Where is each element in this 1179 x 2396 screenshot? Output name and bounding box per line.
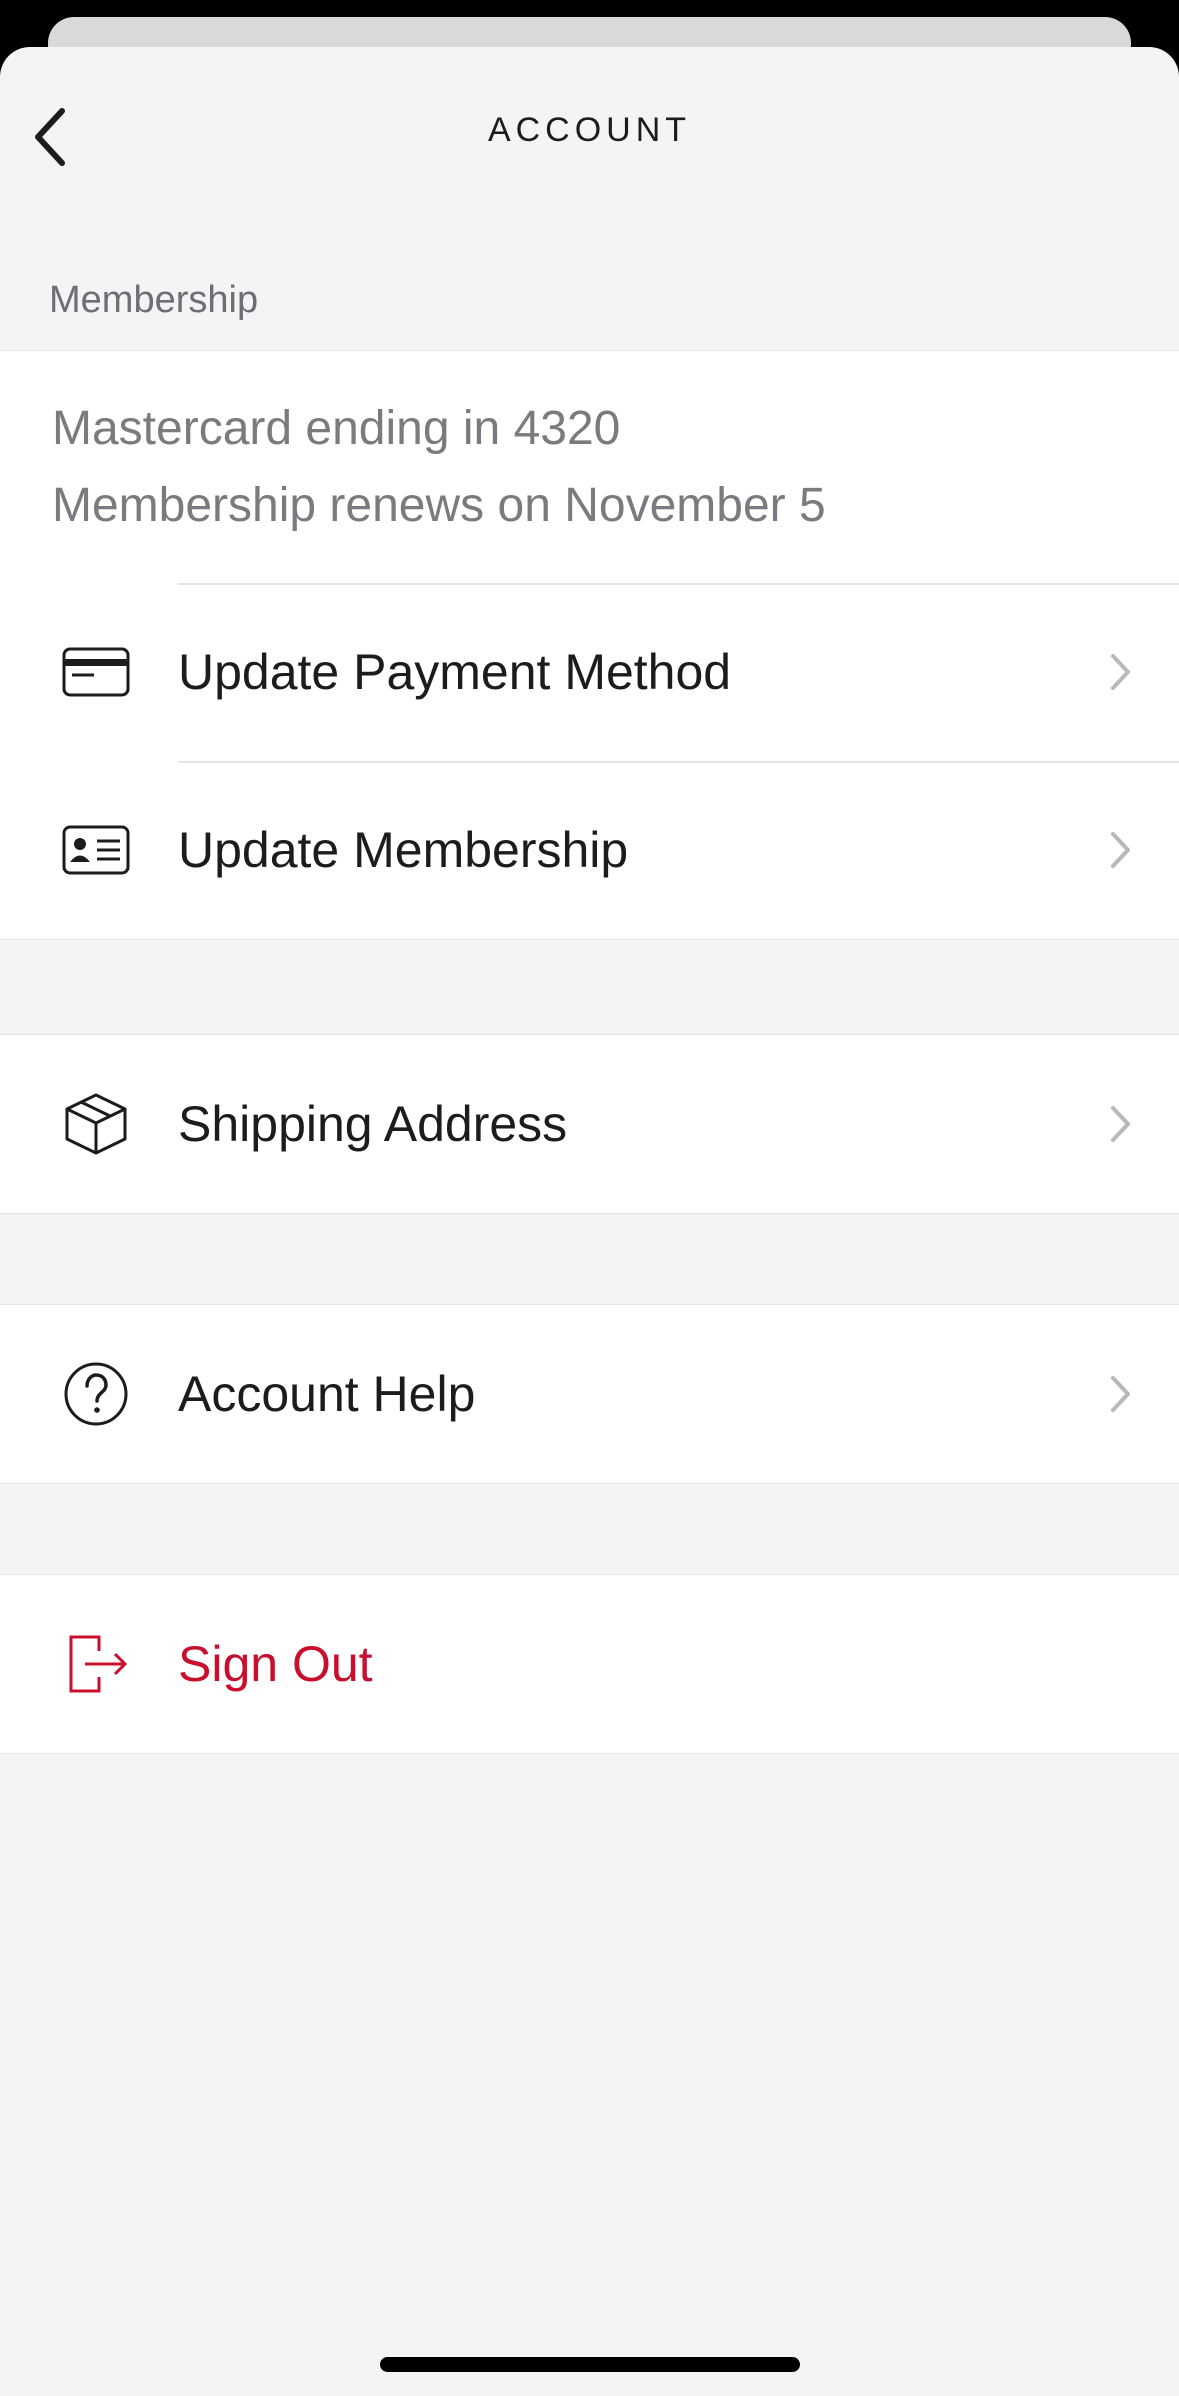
update-payment-method-label: Update Payment Method: [178, 644, 732, 700]
chevron-right-icon: [1105, 1372, 1135, 1416]
account-help-row[interactable]: Account Help: [0, 1305, 1179, 1483]
payment-summary: Mastercard ending in 4320: [52, 402, 621, 455]
package-box-icon: [60, 1088, 132, 1160]
credit-card-icon: [60, 636, 132, 708]
section-header-membership: Membership: [49, 279, 259, 321]
shipping-address-row[interactable]: Shipping Address: [0, 1035, 1179, 1213]
page-title: ACCOUNT: [487, 111, 692, 149]
update-membership-row[interactable]: Update Membership: [0, 761, 1179, 939]
help-circle-icon: [60, 1358, 132, 1430]
home-indicator[interactable]: [380, 2357, 800, 2372]
update-membership-label: Update Membership: [178, 822, 629, 878]
sign-out-group: Sign Out: [0, 1574, 1179, 1754]
sign-out-label: Sign Out: [178, 1636, 373, 1692]
account-help-label: Account Help: [178, 1366, 476, 1422]
id-card-icon: [60, 814, 132, 886]
row-divider: [178, 583, 1179, 585]
chevron-right-icon: [1105, 650, 1135, 694]
account-sheet: ACCOUNT Membership Mastercard ending in …: [0, 47, 1179, 2396]
row-divider: [178, 761, 1179, 763]
membership-group: Mastercard ending in 4320 Membership ren…: [0, 350, 1179, 940]
chevron-right-icon: [1105, 828, 1135, 872]
shipping-group: Shipping Address: [0, 1034, 1179, 1214]
sign-out-icon: [60, 1628, 132, 1700]
update-payment-method-row[interactable]: Update Payment Method: [0, 583, 1179, 761]
renewal-summary: Membership renews on November 5: [52, 479, 826, 532]
navigation-bar: ACCOUNT: [0, 47, 1179, 217]
shipping-address-label: Shipping Address: [178, 1096, 568, 1152]
membership-info: Mastercard ending in 4320 Membership ren…: [0, 351, 1179, 583]
sign-out-row[interactable]: Sign Out: [0, 1575, 1179, 1753]
help-group: Account Help: [0, 1304, 1179, 1484]
chevron-right-icon: [1105, 1102, 1135, 1146]
